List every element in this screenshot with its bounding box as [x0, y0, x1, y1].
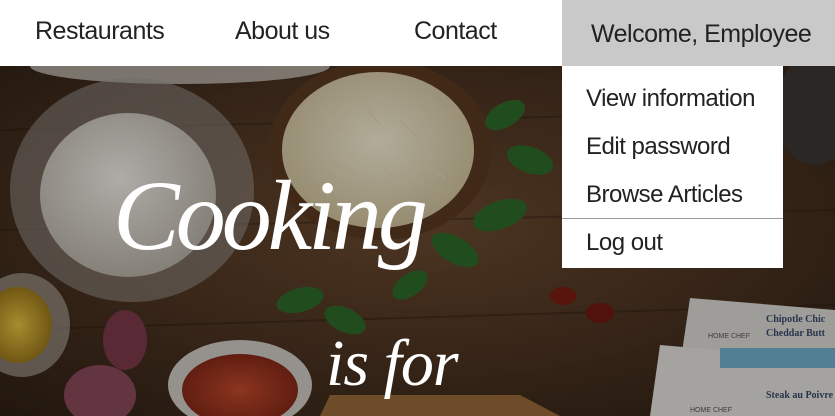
menu-divider [562, 218, 783, 219]
nav-contact-link[interactable]: Contact [414, 0, 497, 66]
nav-about-link[interactable]: About us [235, 0, 330, 66]
hero-subtitle: is for [326, 327, 459, 400]
top-navigation: Restaurants About us Contact Welcome, Em… [0, 0, 835, 66]
nav-restaurants-link[interactable]: Restaurants [35, 0, 165, 66]
hero-title: Cooking [113, 160, 428, 271]
user-dropdown-menu: View information Edit password Browse Ar… [562, 66, 783, 268]
menu-item-log-out[interactable]: Log out [562, 220, 783, 268]
user-welcome-label: Welcome, Employee [591, 20, 812, 48]
menu-item-edit-password[interactable]: Edit password [562, 114, 783, 162]
menu-item-view-information[interactable]: View information [562, 66, 783, 114]
user-menu-toggle[interactable]: Welcome, Employee [562, 0, 835, 66]
menu-item-label: Log out [586, 229, 663, 256]
menu-item-browse-articles[interactable]: Browse Articles [562, 162, 783, 210]
